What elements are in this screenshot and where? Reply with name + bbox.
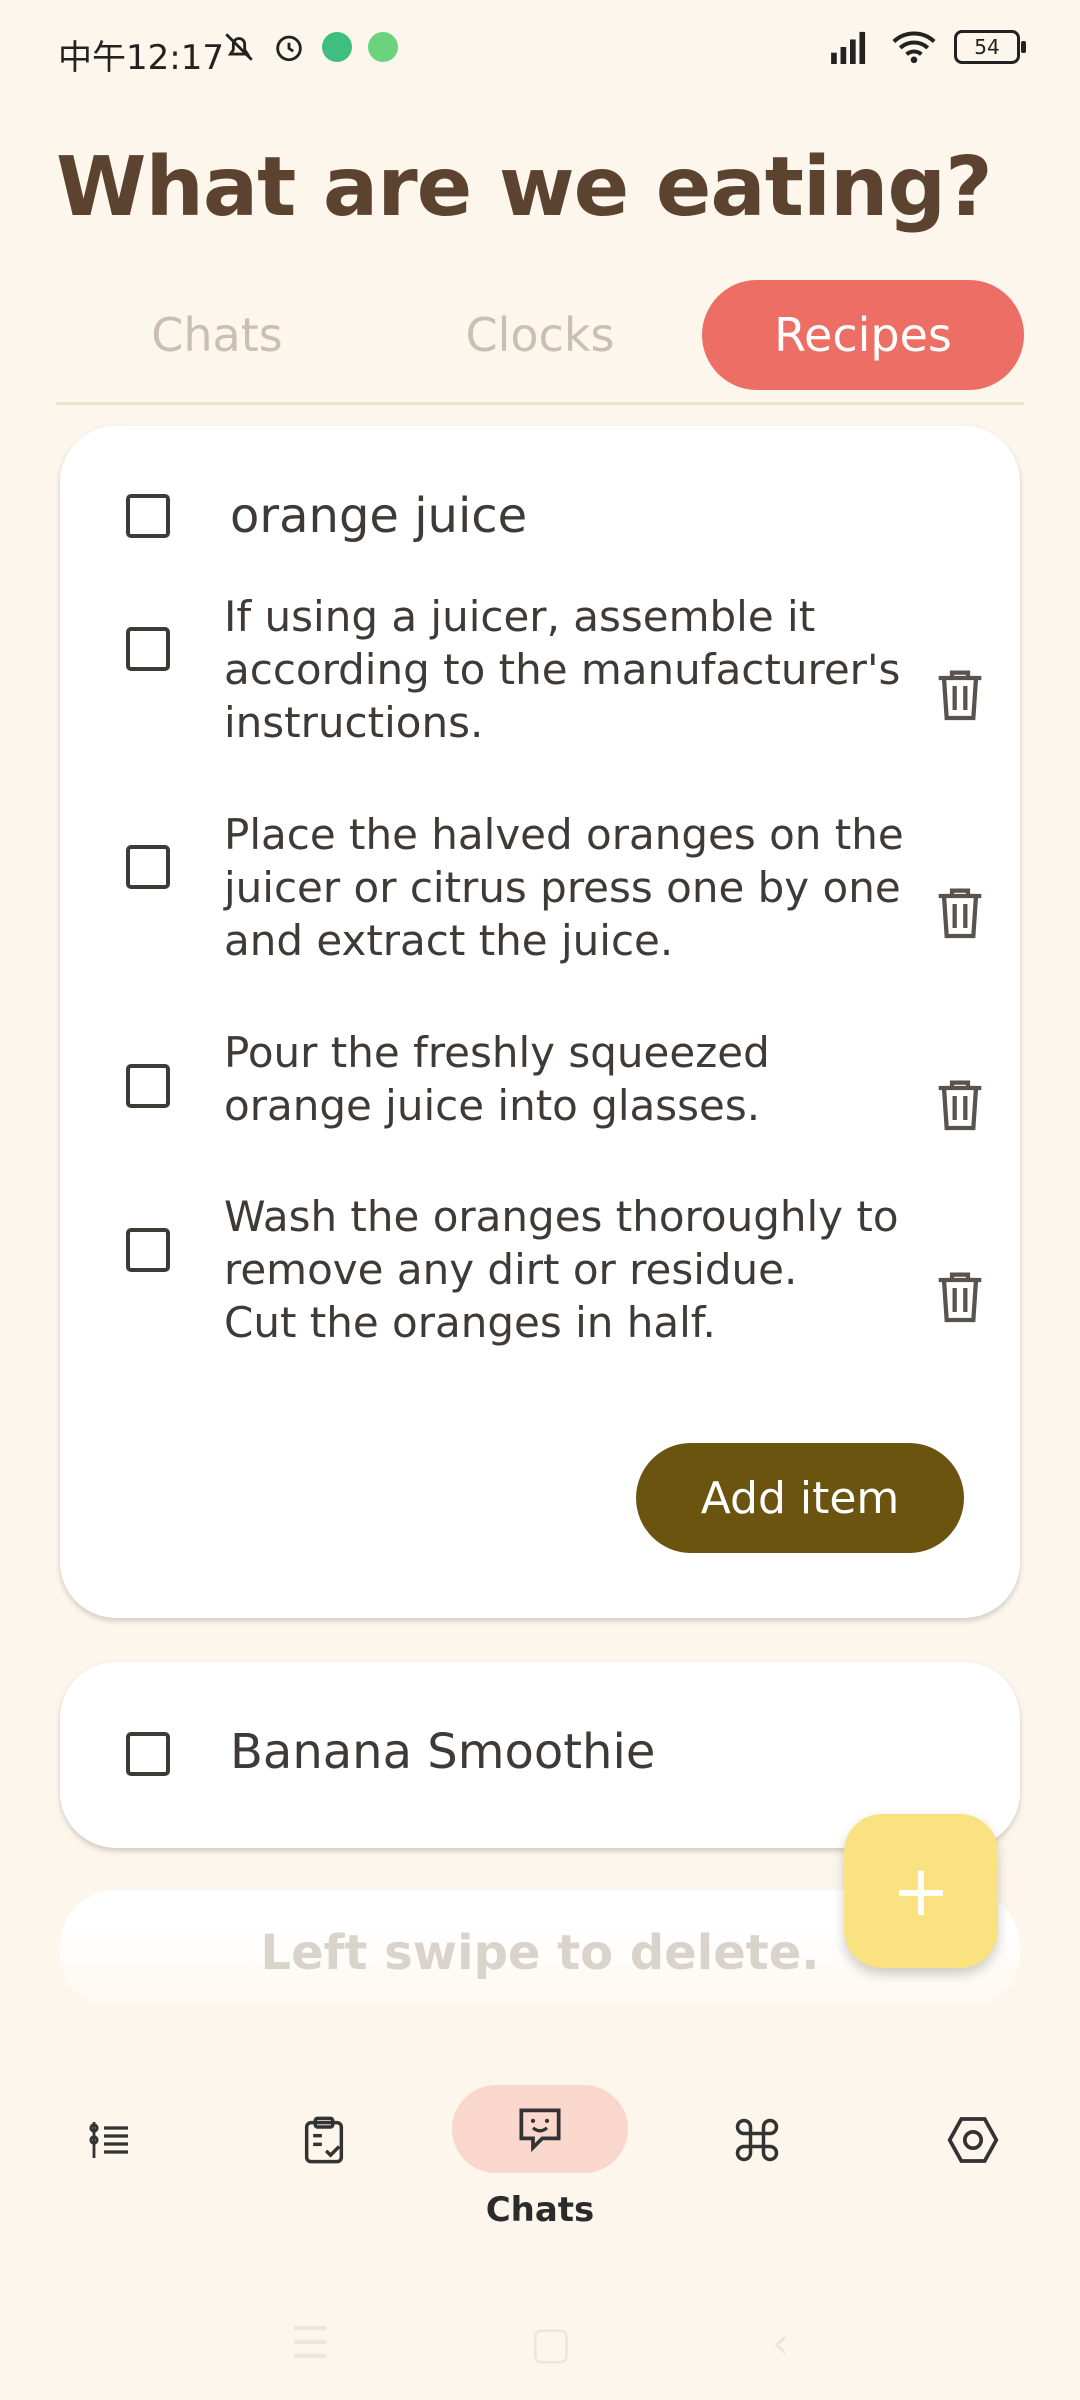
list-icon bbox=[89, 2122, 128, 2158]
recipe-title: Banana Smoothie bbox=[230, 1724, 656, 1780]
step-text: Place the halved oranges on the juicer o… bbox=[224, 810, 904, 965]
system-nav-bar: ☰ ▢ ‹ bbox=[0, 2318, 1080, 2369]
add-recipe-button[interactable]: + bbox=[844, 1814, 998, 1968]
plus-icon: + bbox=[891, 1850, 951, 1932]
tab-recipes[interactable]: Recipes bbox=[702, 280, 1024, 390]
tab-divider bbox=[56, 402, 1024, 405]
trash-icon[interactable] bbox=[928, 1264, 992, 1328]
recipe-title: orange juice bbox=[230, 488, 528, 544]
trash-icon[interactable] bbox=[928, 1072, 992, 1136]
home-icon[interactable]: ▢ bbox=[530, 2318, 572, 2369]
apps-icon bbox=[735, 2118, 779, 2162]
nav-label-chats: Chats bbox=[485, 2190, 595, 2230]
menu-icon[interactable]: ☰ bbox=[291, 2318, 330, 2369]
recipe-checkbox[interactable] bbox=[126, 494, 170, 538]
nav-apps[interactable] bbox=[697, 2090, 817, 2190]
nav-settings[interactable] bbox=[913, 2090, 1033, 2190]
recipe-checkbox[interactable] bbox=[126, 1732, 170, 1776]
step-text: Wash the oranges thoroughly to remove an… bbox=[224, 1192, 899, 1347]
recipe-card: orange juice If using a juicer, assemble… bbox=[60, 426, 1020, 1618]
status-icons-right: 54 bbox=[826, 30, 1026, 64]
step-checkbox[interactable] bbox=[126, 1228, 170, 1272]
page-title: What are we eating? bbox=[56, 140, 993, 235]
clipboard-check-icon bbox=[304, 2116, 344, 2164]
chat-icon bbox=[519, 2108, 561, 2153]
signal-icon bbox=[831, 31, 866, 64]
alarm-icon bbox=[276, 35, 302, 62]
nav-tasks[interactable] bbox=[264, 2090, 384, 2190]
trash-icon[interactable] bbox=[928, 880, 992, 944]
settings-icon bbox=[947, 2117, 999, 2163]
step-checkbox[interactable] bbox=[126, 627, 170, 671]
step-text: Pour the freshly squeezed orange juice i… bbox=[224, 1028, 770, 1130]
back-icon[interactable]: ‹ bbox=[772, 2318, 790, 2369]
nav-chats[interactable] bbox=[452, 2085, 628, 2173]
status-time: 中午12:17 bbox=[58, 38, 224, 78]
bell-off-icon bbox=[225, 33, 253, 61]
step-checkbox[interactable] bbox=[126, 845, 170, 889]
status-bar: 中午12:17 54 bbox=[0, 0, 1080, 100]
tab-clocks[interactable]: Clocks bbox=[379, 280, 701, 390]
status-icons-left bbox=[222, 30, 398, 64]
android-icon bbox=[322, 32, 352, 62]
bottom-navigation: Chats bbox=[0, 2060, 1080, 2260]
step-checkbox[interactable] bbox=[126, 1064, 170, 1108]
wifi-icon bbox=[892, 31, 936, 64]
tab-chats[interactable]: Chats bbox=[56, 280, 378, 390]
add-item-button[interactable]: Add item bbox=[636, 1443, 964, 1553]
step-text: If using a juicer, assemble it according… bbox=[224, 592, 901, 747]
nav-list[interactable] bbox=[50, 2090, 170, 2190]
trash-icon[interactable] bbox=[928, 662, 992, 726]
battery-indicator: 54 bbox=[954, 30, 1026, 64]
tool-icon bbox=[368, 32, 398, 62]
tab-bar: Chats Clocks Recipes bbox=[56, 280, 1024, 390]
